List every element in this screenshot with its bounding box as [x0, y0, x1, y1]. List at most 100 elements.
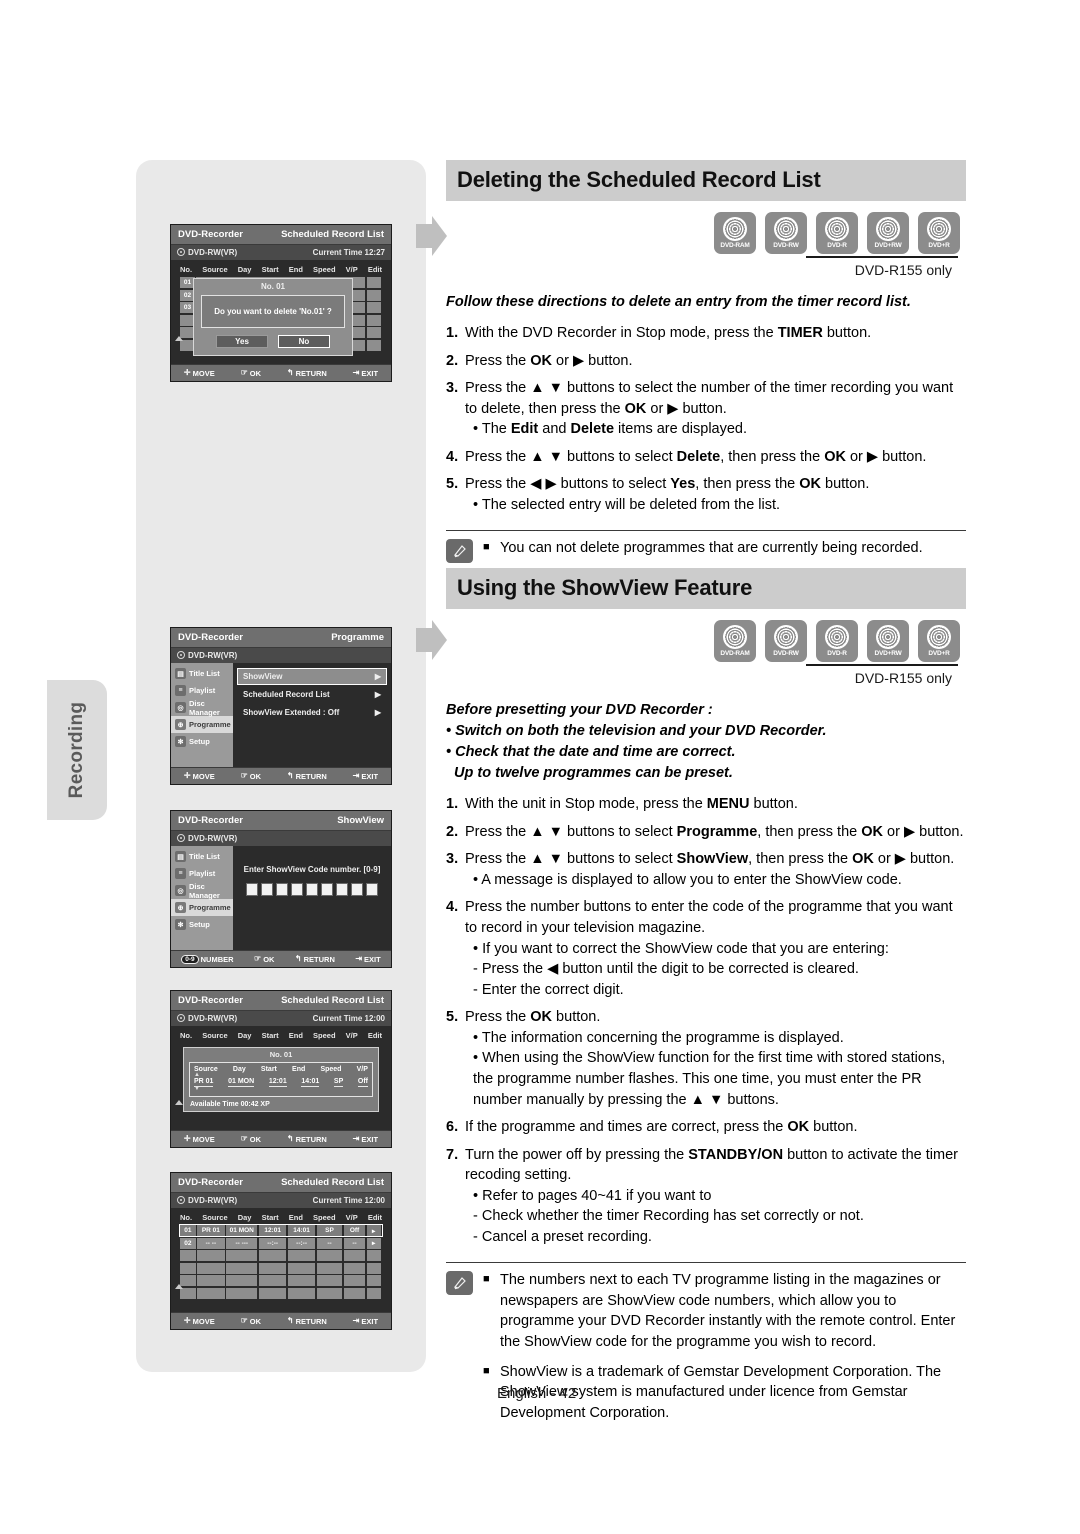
osd4-footer: ✛ MOVE ☞ OK ↰ RETURN ⇥ EXIT: [171, 1130, 391, 1147]
steps-list-2: 1. With the unit in Stop mode, press the …: [446, 794, 966, 1248]
detail-fields: Source Day Start End Speed V/P ▲ PR 01 0…: [189, 1062, 373, 1097]
cell-edit[interactable]: ▸: [366, 1225, 381, 1236]
osd3-body: ▤ Title List ≡ Playlist ◎ Disc Manager ⊕ Pro…: [171, 846, 391, 951]
sidebar-item-setup[interactable]: ✻ Setup: [171, 733, 233, 750]
list-item: ■ You can not delete programmes that are …: [483, 538, 966, 559]
step-text: Press the ◀ ▶ buttons to select Yes, the…: [465, 476, 870, 493]
detail-value-vp[interactable]: Off: [357, 1078, 368, 1087]
table-row[interactable]: 02 -- -- -- --- --:-- --:-- -- -- ▸: [180, 1237, 382, 1249]
col: End: [288, 265, 303, 274]
scroll-down-icon[interactable]: [175, 1100, 183, 1105]
detail-columns: Source Day Start End Speed V/P: [194, 1066, 368, 1073]
row-edit: [366, 327, 381, 338]
digit-box[interactable]: [336, 883, 348, 896]
menu-item-showview[interactable]: ShowView ▶: [237, 668, 387, 685]
osd3-titlebar: DVD-Recorder ShowView: [171, 811, 391, 831]
disc-label: DVD+R: [928, 242, 950, 249]
digit-box[interactable]: [306, 883, 318, 896]
table-row[interactable]: 01 PR 01 01 MON 12:01 14:01 SP Off ▸: [179, 1224, 383, 1237]
disc-badge-dvd-ram: DVD-RAM: [714, 620, 756, 662]
hint-exit: ⇥ EXIT: [353, 1317, 378, 1326]
col: Edit: [367, 1213, 382, 1222]
table-row[interactable]: [180, 1262, 382, 1274]
showview-code-input[interactable]: [233, 883, 391, 896]
sidebar-item-title-list[interactable]: ▤ Title List: [171, 665, 233, 682]
row-edit: [366, 314, 381, 326]
hint-return: ↰ RETURN: [295, 955, 335, 964]
scroll-down-icon[interactable]: [175, 1284, 183, 1289]
list-item: ■ The numbers next to each TV programme l…: [483, 1270, 966, 1352]
list-item: 5. Press the ◀ ▶ buttons to select Yes, t…: [446, 474, 966, 515]
cell-vp: [343, 1250, 366, 1261]
menu-item-showview-extended[interactable]: ShowView Extended : Off ▶: [238, 705, 386, 720]
lead-sub: Up to twelve programmes can be preset.: [446, 765, 733, 782]
digit-box[interactable]: [351, 883, 363, 896]
osd3-footer: 0-9 NUMBER ☞ OK ↰ RETURN ⇥ EXIT: [171, 950, 391, 967]
sidebar-item-label: Disc Manager: [189, 698, 220, 717]
col: No.: [180, 1031, 193, 1040]
scroll-down-icon[interactable]: [175, 336, 183, 341]
cell-edit[interactable]: ▸: [366, 1237, 381, 1249]
hint-ok: ☞ OK: [241, 772, 261, 781]
sidebar-item-programme[interactable]: ⊕ Programme: [171, 716, 233, 733]
return-icon: ↰: [286, 771, 294, 780]
list-item: 6. If the programme and times are correct…: [446, 1117, 966, 1138]
note-text: The numbers next to each TV programme li…: [500, 1272, 956, 1350]
table-row[interactable]: [180, 1250, 382, 1261]
digit-box[interactable]: [366, 883, 378, 896]
digit-box[interactable]: [246, 883, 258, 896]
hint-label: OK: [249, 771, 261, 781]
chevron-right-icon: ▶: [374, 671, 381, 681]
table-row[interactable]: [180, 1287, 382, 1299]
yes-button[interactable]: Yes: [216, 335, 268, 348]
step-sublist: • If you want to correct the ShowView co…: [473, 940, 889, 998]
hint-ok: ☞ OK: [254, 955, 274, 964]
sidebar-item-disc-manager[interactable]: ◎ Disc Manager: [171, 882, 233, 900]
divider: [446, 1261, 966, 1264]
digit-box[interactable]: [291, 883, 303, 896]
down-arrow-icon[interactable]: ▼: [194, 1086, 368, 1092]
osd4-time: Current Time 12:00: [312, 1014, 385, 1023]
note-block-2: ■ The numbers next to each TV programme l…: [446, 1261, 966, 1433]
detail-value-start[interactable]: 12:01: [268, 1078, 287, 1087]
detail-value-end[interactable]: 14:01: [301, 1078, 320, 1087]
sidebar-item-title-list[interactable]: ▤ Title List: [171, 848, 233, 865]
list-item: 4. Press the number buttons to enter the …: [446, 897, 966, 1000]
playlist-icon: ≡: [175, 868, 186, 879]
cell-speed: [316, 1275, 343, 1286]
osd-screenshot-1: DVD-Recorder Scheduled Record List DVD-R…: [170, 224, 392, 382]
hint-return: ↰ RETURN: [287, 772, 327, 781]
digit-box[interactable]: [321, 883, 333, 896]
detail-value-day[interactable]: 01 MON: [228, 1078, 255, 1087]
cell-vp: [343, 1275, 366, 1286]
osd1-titlebar: DVD-Recorder Scheduled Record List: [171, 225, 391, 245]
detail-value-speed[interactable]: SP: [333, 1078, 344, 1087]
osd5-footer: ✛ MOVE ☞ OK ↰ RETURN ⇥ EXIT: [171, 1312, 391, 1329]
sidebar-item-playlist[interactable]: ≡ Playlist: [171, 682, 233, 699]
osd3-sidebar: ▤ Title List ≡ Playlist ◎ Disc Manager ⊕ Pro…: [171, 846, 233, 951]
osd2-subbar: DVD-RW(VR): [171, 648, 391, 663]
sidebar-item-disc-manager[interactable]: ◎ Disc Manager: [171, 698, 233, 717]
col: Speed: [313, 1213, 336, 1222]
step-number: 7.: [446, 1146, 459, 1163]
step-sublist: • Refer to pages 40~41 if you want to - C…: [473, 1187, 864, 1246]
digit-box[interactable]: [276, 883, 288, 896]
disc-badge-dvd-r: DVD-R: [816, 212, 858, 254]
sidebar-item-programme[interactable]: ⊕ Programme: [171, 899, 233, 916]
digit-box[interactable]: [261, 883, 273, 896]
no-button[interactable]: No: [278, 335, 330, 348]
only-note: DVD-R155 only: [854, 670, 952, 686]
disc-badge-dvd-plus-rw: DVD+RW: [867, 212, 909, 254]
menu-item-scheduled-record-list[interactable]: Scheduled Record List ▶: [238, 687, 386, 702]
sidebar-item-playlist[interactable]: ≡ Playlist: [171, 865, 233, 882]
hint-exit: ⇥ EXIT: [353, 772, 378, 781]
step-text: With the unit in Stop mode, press the ME…: [465, 796, 798, 813]
cell-start: [258, 1250, 287, 1261]
disc-label: DVD-RAM: [720, 242, 750, 249]
exit-icon: ⇥: [352, 1316, 360, 1325]
step-text: With the DVD Recorder in Stop mode, pres…: [465, 325, 872, 342]
table-row[interactable]: [180, 1275, 382, 1286]
only-note-rule: [806, 256, 958, 258]
step-text: Press the ▲ ▼ buttons to select the numb…: [465, 380, 954, 417]
sidebar-item-setup[interactable]: ✻ Setup: [171, 916, 233, 933]
